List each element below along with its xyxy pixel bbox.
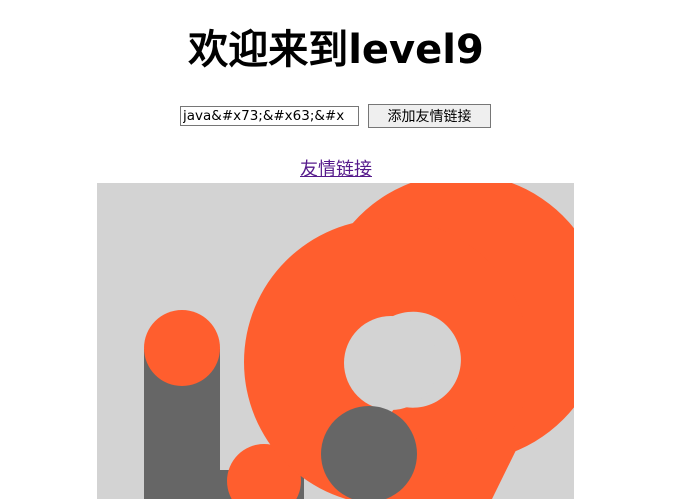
link-input[interactable] (180, 106, 359, 126)
logo-nine-hole-circle (344, 316, 438, 410)
page: 欢迎来到level9 添加友情链接 友情链接 (0, 0, 684, 499)
friend-link[interactable]: 友情链接 (0, 158, 672, 182)
level9-logo-icon (97, 183, 574, 499)
add-link-button[interactable]: 添加友情链接 (368, 104, 491, 128)
page-title: 欢迎来到level9 (188, 27, 484, 73)
logo-gray-ball (321, 406, 417, 499)
add-link-form: 添加友情链接 (180, 104, 491, 128)
logo-l-cap (144, 310, 220, 386)
